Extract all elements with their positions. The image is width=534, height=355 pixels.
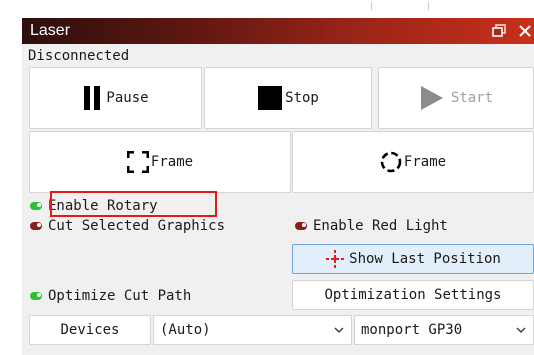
laser-panel: Laser Disconnected Pause Stop Start Fram…	[22, 18, 534, 355]
frame-circle-button[interactable]: Frame	[292, 131, 534, 193]
restore-icon[interactable]	[492, 24, 506, 38]
pause-icon	[84, 86, 101, 110]
top-strip	[0, 0, 534, 18]
enable-rotary-indicator[interactable]	[30, 202, 42, 210]
show-last-position-button[interactable]: Show Last Position	[292, 244, 534, 274]
pause-button[interactable]: Pause	[29, 67, 202, 129]
optimization-settings-button[interactable]: Optimization Settings	[292, 280, 534, 310]
enable-red-light-label: Enable Red Light	[313, 218, 448, 234]
start-button[interactable]: Start	[378, 67, 534, 129]
frame-square-icon	[126, 151, 149, 173]
pause-label: Pause	[106, 90, 149, 106]
stop-icon	[258, 86, 283, 110]
ruler-tick	[371, 2, 372, 10]
connection-status: Disconnected	[28, 48, 130, 64]
enable-red-light-option[interactable]: Enable Red Light	[295, 218, 448, 234]
devices-label: Devices	[60, 322, 120, 338]
frame-square-label: Frame	[150, 154, 194, 170]
start-icon	[420, 86, 443, 110]
optimize-cut-path-label: Optimize Cut Path	[48, 288, 192, 304]
cut-selected-graphics-label: Cut Selected Graphics	[48, 218, 226, 234]
stop-label: Stop	[285, 90, 319, 106]
enable-red-light-indicator[interactable]	[295, 222, 307, 230]
devices-button[interactable]: Devices	[29, 315, 151, 345]
chevron-down-icon	[334, 327, 344, 333]
title-bar: Laser	[22, 18, 534, 44]
port-select[interactable]: (Auto)	[153, 315, 352, 345]
device-select-value: monport GP30	[361, 322, 463, 338]
port-select-value: (Auto)	[160, 322, 211, 338]
device-select[interactable]: monport GP30	[354, 315, 534, 345]
chevron-down-icon	[516, 327, 526, 333]
frame-circle-label: Frame	[403, 154, 447, 170]
panel-title: Laser	[30, 22, 71, 39]
start-label: Start	[450, 90, 494, 106]
cut-selected-graphics-indicator[interactable]	[30, 222, 42, 230]
ruler-tick	[428, 2, 429, 10]
show-last-position-label: Show Last Position	[349, 251, 501, 267]
close-icon[interactable]	[518, 24, 532, 38]
cut-selected-graphics-option[interactable]: Cut Selected Graphics	[30, 218, 225, 234]
frame-square-button[interactable]: Frame	[29, 131, 291, 193]
optimize-cut-path-option[interactable]: Optimize Cut Path	[30, 288, 191, 304]
crosshair-icon	[326, 250, 345, 268]
stop-button[interactable]: Stop	[204, 67, 372, 129]
optimize-cut-path-indicator[interactable]	[30, 292, 42, 300]
enable-rotary-highlight-box	[50, 191, 217, 217]
frame-circle-icon	[380, 151, 402, 173]
optimization-settings-label: Optimization Settings	[324, 287, 502, 303]
